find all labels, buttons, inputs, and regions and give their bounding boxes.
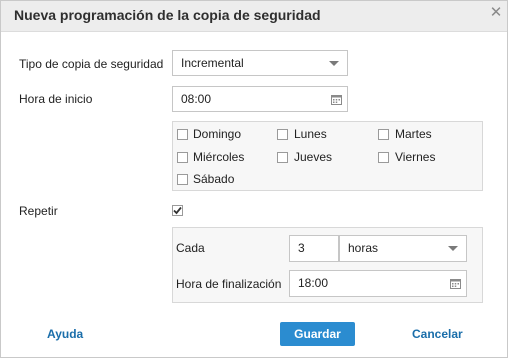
day-label-martes: Martes bbox=[395, 127, 432, 141]
start-time-value: 08:00 bbox=[181, 92, 212, 106]
close-icon[interactable]: ✕ bbox=[489, 5, 503, 20]
checkbox-sabado[interactable] bbox=[177, 174, 188, 185]
save-button[interactable]: Guardar bbox=[280, 322, 355, 346]
check-icon bbox=[173, 206, 182, 215]
day-label-viernes: Viernes bbox=[395, 150, 436, 164]
checkbox-jueves[interactable] bbox=[277, 152, 288, 163]
checkbox-miercoles[interactable] bbox=[177, 152, 188, 163]
backup-type-label: Tipo de copia de seguridad bbox=[19, 57, 164, 71]
unit-value: horas bbox=[348, 241, 379, 255]
backup-type-select[interactable]: Incremental bbox=[172, 50, 348, 76]
end-time-label: Hora de finalización bbox=[176, 277, 282, 291]
unit-select[interactable]: horas bbox=[339, 235, 467, 262]
day-label-lunes: Lunes bbox=[294, 127, 327, 141]
calendar-icon[interactable] bbox=[450, 278, 461, 289]
every-label: Cada bbox=[176, 241, 205, 255]
checkbox-viernes[interactable] bbox=[378, 152, 389, 163]
repeat-checkbox[interactable] bbox=[172, 205, 183, 216]
backup-type-value: Incremental bbox=[181, 56, 244, 70]
help-link[interactable]: Ayuda bbox=[47, 327, 83, 341]
end-time-input[interactable]: 18:00 bbox=[289, 270, 467, 297]
day-label-sabado: Sábado bbox=[193, 172, 235, 186]
chevron-down-icon bbox=[448, 246, 458, 251]
every-value: 3 bbox=[298, 241, 305, 255]
calendar-icon[interactable] bbox=[331, 94, 342, 105]
every-input[interactable]: 3 bbox=[289, 235, 339, 262]
cancel-button[interactable]: Cancelar bbox=[412, 327, 463, 341]
backup-schedule-dialog: Nueva programación de la copia de seguri… bbox=[0, 0, 508, 358]
checkbox-martes[interactable] bbox=[378, 129, 389, 140]
chevron-down-icon bbox=[329, 61, 339, 66]
checkbox-domingo[interactable] bbox=[177, 129, 188, 140]
repeat-panel: Cada 3 horas Hora de finalización 18:00 bbox=[172, 227, 483, 303]
start-time-input[interactable]: 08:00 bbox=[172, 86, 348, 112]
day-label-miercoles: Miércoles bbox=[193, 150, 245, 164]
repeat-label: Repetir bbox=[19, 204, 58, 218]
days-panel: Domingo Lunes Martes Miércoles Jueves Vi… bbox=[172, 121, 483, 191]
dialog-titlebar: Nueva programación de la copia de seguri… bbox=[1, 1, 507, 32]
start-time-label: Hora de inicio bbox=[19, 92, 93, 106]
end-time-value: 18:00 bbox=[298, 276, 329, 290]
day-label-jueves: Jueves bbox=[294, 150, 333, 164]
day-label-domingo: Domingo bbox=[193, 127, 242, 141]
checkbox-lunes[interactable] bbox=[277, 129, 288, 140]
dialog-title: Nueva programación de la copia de seguri… bbox=[14, 7, 321, 23]
